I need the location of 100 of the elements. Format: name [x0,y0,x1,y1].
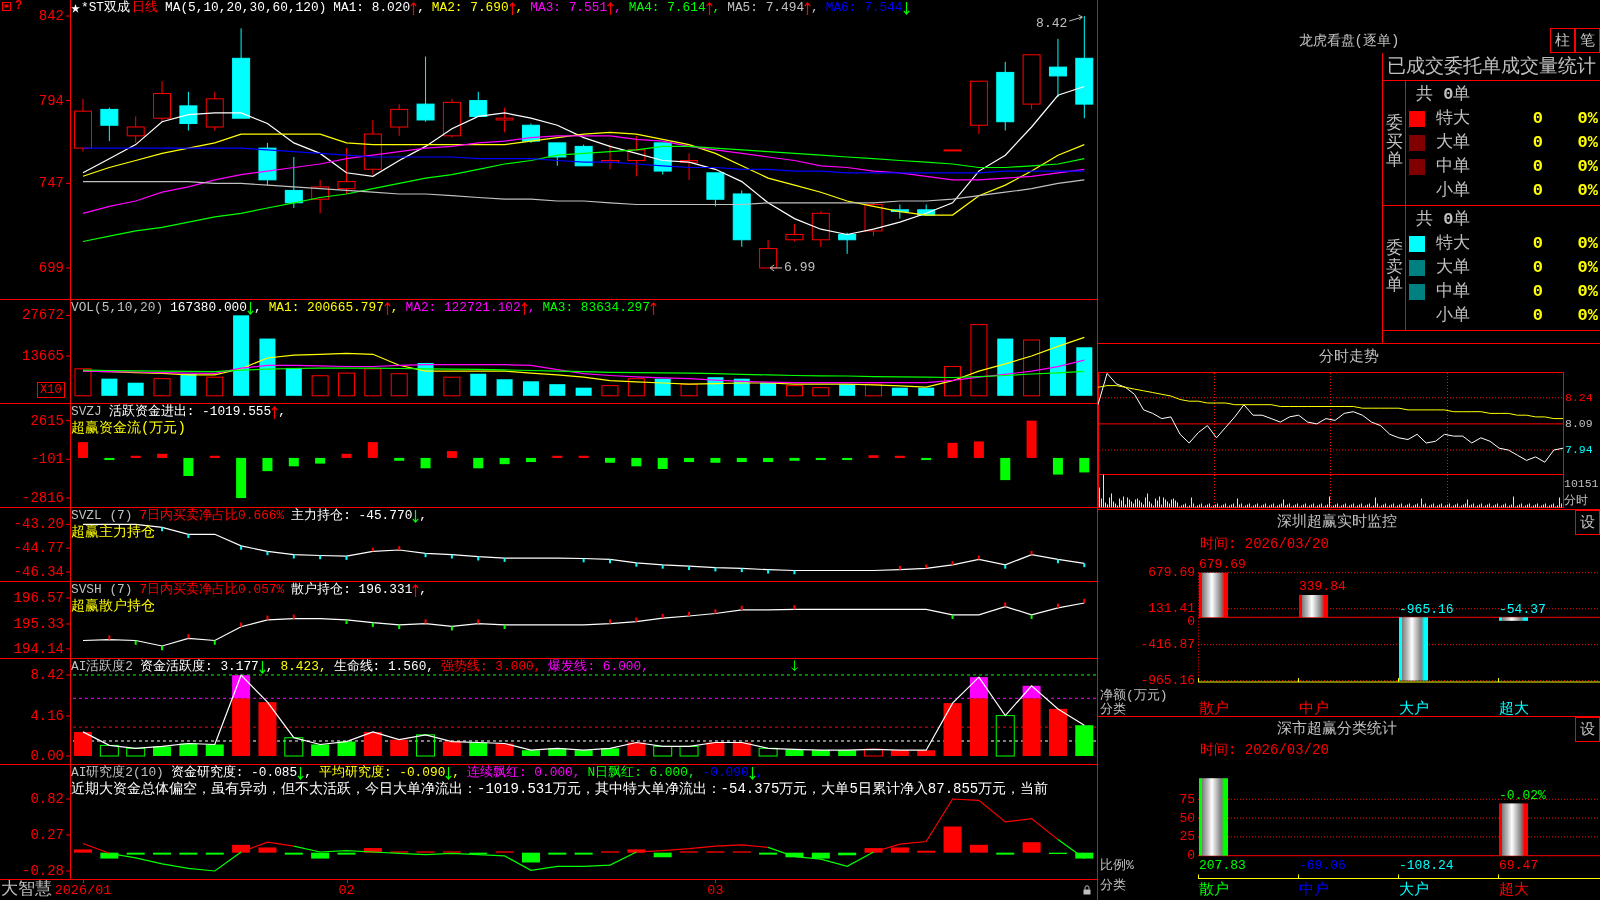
legend-text: MA4: 7.614 [628,0,706,16]
legend-separator: , [712,0,721,16]
caption-text: 超赢主力持仓 [71,524,155,540]
axis-label: 75 [1179,791,1195,807]
research-bar [996,852,1015,855]
change-tick [345,556,348,560]
settings-button[interactable]: 设 [1575,717,1600,742]
flow-bar [868,455,879,458]
legend-separator: , [515,0,524,16]
volume-bar [338,372,355,397]
change-tick [240,545,243,550]
section-title: 深市超赢分类统计 [1276,720,1397,739]
order-count: 0 [1532,181,1543,201]
volume-bar [627,378,645,397]
category-label: 散户 [1199,881,1229,899]
axis-label: 50 [1179,810,1195,826]
flow-bar [315,457,326,464]
lock-icon[interactable] [1083,885,1091,895]
axis-label: -2816 [22,490,64,506]
candlestick [311,179,330,214]
legend-separator: , [390,300,399,316]
figure-label: -108.24 [1399,857,1454,873]
candlestick [1048,38,1067,98]
legend-text: MA2: 7.690 [431,0,509,16]
activity-bar [153,746,172,756]
activity-bar [205,744,224,756]
date-label: 03 [707,882,724,899]
flow-bar [947,442,958,458]
period-label: 日线 [132,0,159,16]
change-tick [503,624,506,629]
order-count: 0 [1532,306,1543,326]
volume-bar [443,376,461,397]
activity-bar [758,747,778,757]
price-label: 6.99 [784,260,816,276]
research-bar [785,852,804,858]
candlestick [126,115,145,144]
category-label: 大户 [1399,881,1429,899]
star-icon [71,3,80,13]
legend-text: 散户持仓: 196.331 [291,582,413,598]
axis-label: 196.57 [13,590,64,606]
volume-bar [944,365,962,397]
change-tick [1056,559,1059,564]
axis-label: 195.33 [13,616,64,632]
flow-bar [420,457,431,469]
volume-bar [1076,347,1093,396]
date-text: 时间: 2026/03/20 [1200,742,1329,758]
legend-text: 活跃资金进出: -1019.555 [108,404,272,420]
activity-bar [627,742,646,756]
flow-bar [209,455,220,458]
flow-bar [710,457,721,463]
candlestick [811,211,830,248]
legend-text: MA1: 8.020 [333,0,411,16]
axis-label: 25 [1179,829,1195,845]
research-bar [179,852,198,855]
activity-bar [890,750,909,756]
order-share: 0% [1577,157,1598,177]
settings-button[interactable]: 设 [1575,510,1600,535]
activity-bar [363,731,382,756]
category-label: 超大 [1499,881,1529,899]
change-tick [424,619,427,624]
category-bar [1399,617,1428,681]
change-tick [187,534,190,539]
research-bar [917,850,936,853]
view-toggle-button[interactable]: 笔 [1575,28,1600,53]
activity-bar [548,748,567,756]
change-tick [1004,564,1007,569]
axis-label: 699 [38,259,64,276]
research-bar [284,852,303,855]
flow-bar [921,457,932,461]
change-note: -0.02% [1499,787,1546,803]
volume-bar [390,373,408,397]
legend-separator: , [265,659,274,675]
legend-separator: , [304,765,312,781]
flow-bar [157,453,168,458]
help-mark[interactable]: ? [15,0,23,12]
candlestick [442,98,461,139]
flow-bar [973,441,984,458]
axis-label: 13665 [22,348,64,365]
research-bar [363,848,382,853]
flow-bar [262,457,273,472]
legend-text: 平均研究度: -0.090 [318,765,446,781]
change-tick [450,554,453,559]
order-type: 特大 [1436,234,1470,254]
flow-bar [684,457,695,463]
axis-label: 794 [38,92,64,109]
research-bar [100,852,119,859]
activity-bar [917,750,936,756]
axis-label: 842 [38,8,64,25]
activity-bar [416,734,436,757]
activity-bar [995,715,1015,757]
square-icon[interactable] [2,2,11,11]
change-tick [345,619,348,624]
axis-label: -43.20 [13,516,64,533]
candlestick [495,107,514,133]
order-total: 共 0单 [1416,210,1471,230]
change-tick [187,634,190,639]
flow-bar [525,457,536,463]
change-tick [213,640,216,645]
view-toggle-button[interactable]: 柱 [1550,28,1575,53]
research-bar [574,852,593,855]
